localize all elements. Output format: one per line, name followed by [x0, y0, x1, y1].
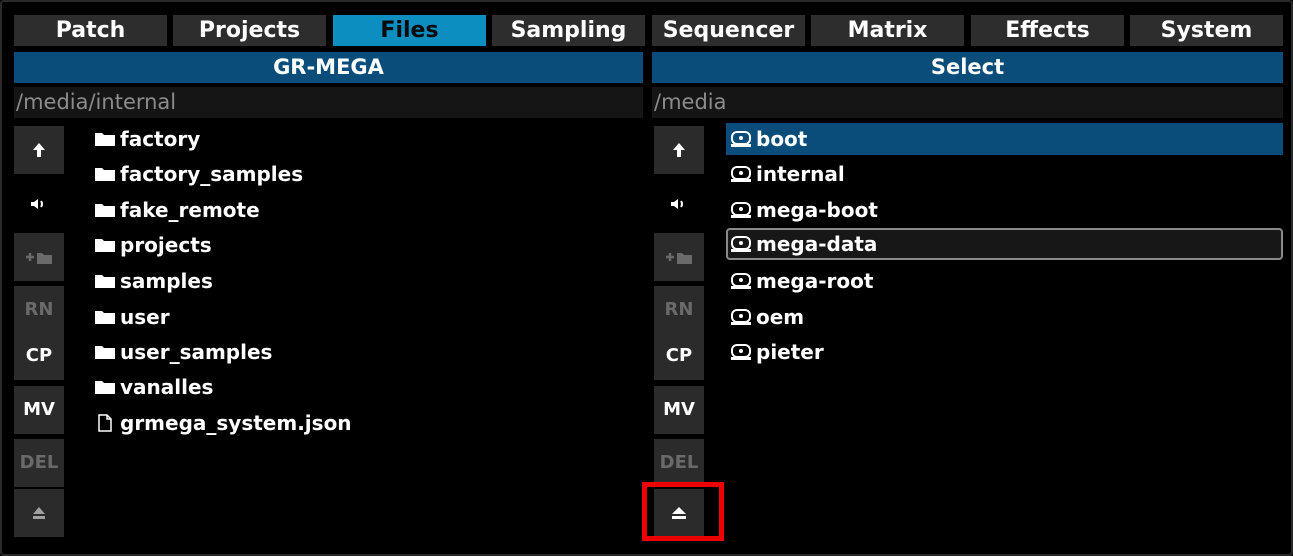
left-path-bar: /media/internal — [14, 87, 643, 118]
left-move-button[interactable]: MV — [14, 386, 64, 434]
list-item[interactable]: factory_samples — [90, 158, 630, 190]
list-item[interactable]: mega-root — [726, 265, 1283, 297]
drive-icon — [731, 165, 751, 182]
folder-icon — [95, 274, 115, 288]
drive-icon — [731, 343, 751, 360]
folder-icon — [95, 203, 115, 217]
list-item-label: samples — [120, 269, 213, 293]
drive-icon — [731, 201, 751, 218]
right-copy-button[interactable]: CP — [654, 332, 704, 380]
right-eject-button[interactable] — [654, 489, 704, 537]
left-new-folder-button[interactable] — [14, 233, 64, 281]
list-item-label: oem — [756, 305, 805, 329]
list-item-label: grmega_system.json — [120, 411, 352, 435]
drive-icon — [731, 272, 751, 289]
list-item[interactable]: samples — [90, 265, 630, 297]
list-item-label: internal — [756, 162, 845, 186]
list-item[interactable]: boot — [726, 123, 1283, 155]
folder-icon — [95, 167, 115, 181]
folder-icon — [95, 345, 115, 359]
list-item-label: projects — [120, 233, 212, 257]
speaker-icon — [31, 199, 43, 209]
list-item-label: mega-boot — [756, 198, 878, 222]
eject-icon — [672, 507, 686, 519]
left-rename-button[interactable]: RN — [14, 286, 64, 334]
drive-icon — [731, 235, 751, 252]
folder-icon — [95, 310, 115, 324]
tab-sampling[interactable]: Sampling — [492, 15, 645, 46]
left-copy-button[interactable]: CP — [14, 332, 64, 380]
list-item[interactable]: factory — [90, 123, 630, 155]
right-path-bar: /media — [652, 87, 1283, 118]
right-preview-button[interactable] — [654, 180, 704, 228]
list-item[interactable]: internal — [726, 158, 1283, 190]
drive-icon — [731, 308, 751, 325]
right-up-button[interactable] — [654, 126, 704, 174]
list-item-label: boot — [756, 127, 808, 151]
left-preview-button[interactable] — [14, 180, 64, 228]
list-item[interactable]: mega-data — [726, 228, 1283, 260]
arrow-up-icon — [673, 143, 685, 157]
list-item-label: mega-data — [756, 232, 878, 256]
tab-files[interactable]: Files — [333, 15, 486, 46]
list-item-label: mega-root — [756, 269, 874, 293]
tab-matrix[interactable]: Matrix — [811, 15, 964, 46]
list-item-label: factory_samples — [120, 162, 304, 186]
right-rename-button[interactable]: RN — [654, 286, 704, 334]
left-eject-button[interactable] — [14, 489, 64, 537]
list-item-label: factory — [120, 127, 201, 151]
app-window: Patch Projects Files Sampling Sequencer … — [0, 0, 1293, 556]
list-item[interactable]: vanalles — [90, 371, 630, 403]
list-item[interactable]: mega-boot — [726, 194, 1283, 226]
tab-system[interactable]: System — [1130, 15, 1283, 46]
list-item-label: vanalles — [120, 375, 214, 399]
tab-sequencer[interactable]: Sequencer — [652, 15, 805, 46]
list-item-label: pieter — [756, 340, 824, 364]
list-item-label: user_samples — [120, 340, 273, 364]
drive-icon — [731, 130, 751, 147]
left-up-button[interactable] — [14, 126, 64, 174]
folder-icon — [95, 380, 115, 394]
list-item[interactable]: user_samples — [90, 336, 630, 368]
list-item[interactable]: fake_remote — [90, 194, 630, 226]
left-delete-button[interactable]: DEL — [14, 439, 64, 487]
right-pane-header: Select — [652, 52, 1283, 83]
list-item-label: user — [120, 305, 170, 329]
right-move-button[interactable]: MV — [654, 386, 704, 434]
list-item[interactable]: user — [90, 301, 630, 333]
list-item[interactable]: projects — [90, 229, 630, 261]
right-new-folder-button[interactable] — [654, 233, 704, 281]
tab-patch[interactable]: Patch — [14, 15, 167, 46]
list-item[interactable]: grmega_system.json — [90, 407, 630, 439]
new-folder-icon — [666, 253, 692, 264]
tab-effects[interactable]: Effects — [971, 15, 1124, 46]
file-icon — [98, 413, 112, 432]
arrow-up-icon — [33, 143, 45, 157]
list-item-label: fake_remote — [120, 198, 260, 222]
left-pane-header: GR-MEGA — [14, 52, 643, 83]
speaker-icon — [671, 199, 683, 209]
list-item[interactable]: oem — [726, 301, 1283, 333]
tab-projects[interactable]: Projects — [173, 15, 326, 46]
folder-icon — [95, 132, 115, 146]
right-delete-button[interactable]: DEL — [654, 439, 704, 487]
eject-icon — [33, 507, 45, 519]
folder-icon — [95, 238, 115, 252]
new-folder-icon — [26, 253, 52, 264]
list-item[interactable]: pieter — [726, 336, 1283, 368]
